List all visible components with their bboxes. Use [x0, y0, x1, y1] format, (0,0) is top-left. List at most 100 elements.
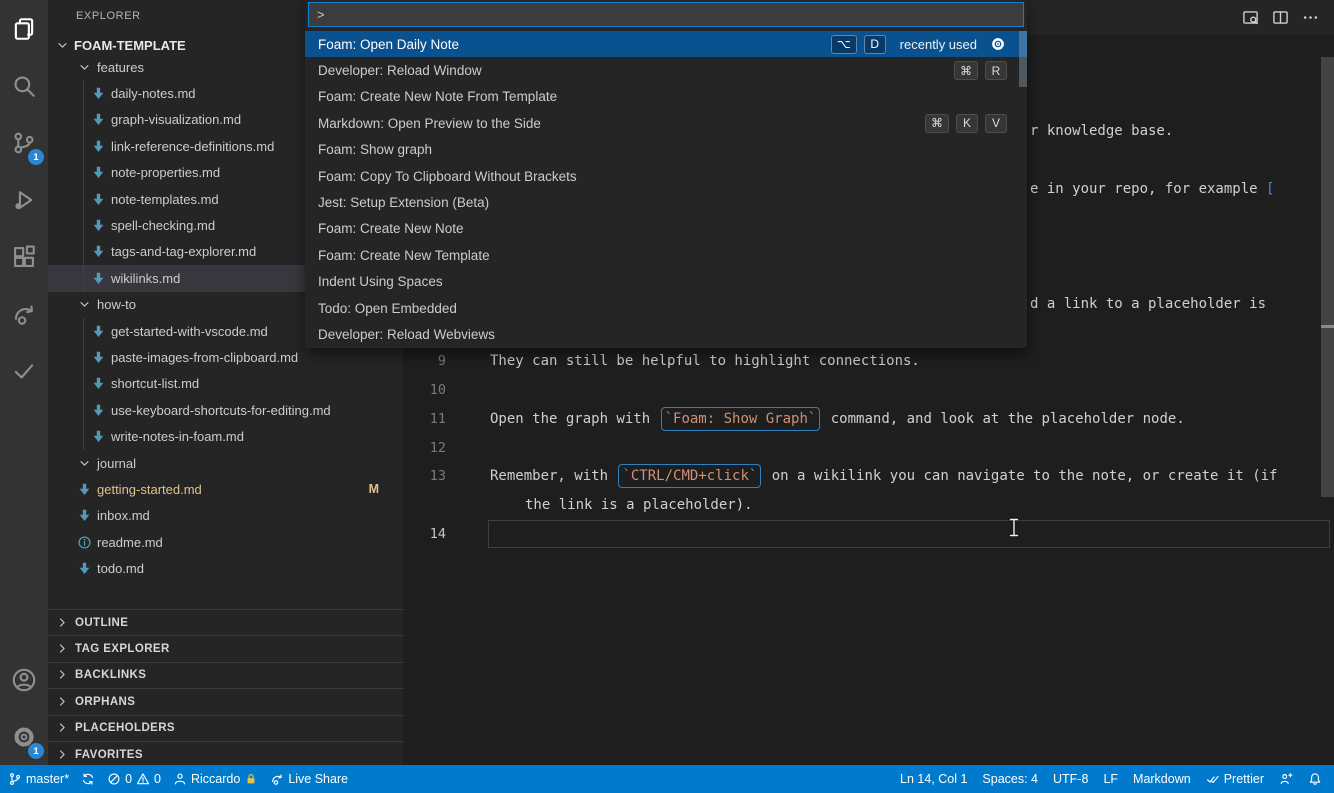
explorer-icon [11, 16, 37, 42]
activity-account-button[interactable] [0, 651, 48, 708]
command-item-jest-setup-extension-beta[interactable]: Jest: Setup Extension (Beta) [305, 189, 1027, 215]
command-item-foam-open-daily-note[interactable]: Foam: Open Daily Note ⌥ Drecently used [305, 31, 1027, 58]
command-item-foam-create-new-note[interactable]: Foam: Create New Note [305, 216, 1027, 242]
double-check-icon [1206, 772, 1220, 786]
status-git-branch[interactable]: master* [8, 772, 69, 786]
command-item-foam-create-new-note-from-template[interactable]: Foam: Create New Note From Template [305, 84, 1027, 110]
line-number: 12 [429, 439, 446, 456]
code-line[interactable]: 11 Open the graph with ` Foam: Show Graph `… [403, 404, 1334, 433]
command-item-developer-reload-webviews[interactable]: Developer: Reload Webviews [305, 321, 1027, 347]
command-item-developer-reload-window[interactable]: Developer: Reload Window ⌘ R [305, 57, 1027, 83]
indent-guide [83, 185, 84, 213]
tree-item-label: features [97, 59, 144, 75]
palette-scrollbar[interactable] [1019, 31, 1027, 87]
command-label: Foam: Copy To Clipboard Without Brackets [318, 168, 577, 184]
activity-settings-badge: 1 [28, 743, 44, 759]
split-editor-button[interactable] [1270, 8, 1290, 28]
status-live-share-user[interactable]: Riccardo [173, 772, 258, 786]
status-text: Spaces: 4 [982, 772, 1039, 786]
status-problems[interactable]: 00 [107, 772, 161, 786]
activity-search-button[interactable] [0, 57, 48, 114]
status-notifications[interactable] [1308, 772, 1322, 786]
markdown-file-icon [76, 561, 92, 577]
command-item-foam-show-graph[interactable]: Foam: Show graph [305, 137, 1027, 163]
code-line[interactable]: 12 [403, 433, 1334, 462]
activity-run-debug-button[interactable] [0, 171, 48, 228]
markdown-file-icon [90, 138, 106, 154]
indent-guide [83, 344, 84, 371]
code-fragment: r knowledge base. [1030, 116, 1173, 145]
tree-item-inbox-md[interactable]: inbox.md [48, 503, 403, 529]
code-line[interactable]: 14 [403, 519, 1334, 548]
activity-explorer-button[interactable] [0, 0, 48, 57]
code-text: command, and look at the placeholder nod… [822, 410, 1185, 427]
readme-info-icon [76, 534, 92, 550]
status-cursor-position[interactable]: Ln 14, Col 1 [900, 772, 967, 786]
tree-item-getting-started-md[interactable]: getting-started.md M [48, 476, 403, 502]
tree-item-label: note-properties.md [111, 165, 221, 181]
tree-item-label: readme.md [97, 534, 163, 550]
sidebar-section-orphans[interactable]: ORPHANS [48, 688, 403, 714]
indent-guide [83, 238, 84, 266]
command-item-foam-copy-to-clipboard-without-brackets[interactable]: Foam: Copy To Clipboard Without Brackets [305, 163, 1027, 189]
activity-source-control-button[interactable]: 1 [0, 114, 48, 171]
tree-item-paste-images-from-clipboard-md[interactable]: paste-images-from-clipboard.md [48, 344, 403, 371]
tree-item-label: tags-and-tag-explorer.md [111, 244, 257, 260]
status-feedback[interactable] [1279, 772, 1293, 786]
activity-bar: 1 1 [0, 0, 48, 765]
code-line[interactable]: the link is a placeholder). [403, 490, 1334, 519]
tree-item-journal[interactable]: journal [48, 450, 403, 476]
search-icon [11, 73, 37, 99]
sidebar-section-tag-explorer[interactable]: TAG EXPLORER [48, 635, 403, 661]
command-item-foam-create-new-template[interactable]: Foam: Create New Template [305, 242, 1027, 268]
overview-ruler-marker [1321, 325, 1334, 328]
command-label: Indent Using Spaces [318, 274, 443, 290]
person-icon [173, 772, 187, 786]
status-live-share[interactable]: Live Share [270, 772, 348, 786]
open-preview-button[interactable] [1240, 8, 1260, 28]
tree-item-label: getting-started.md [97, 481, 202, 497]
markdown-file-icon [90, 402, 106, 418]
status-prettier[interactable]: Prettier [1206, 772, 1264, 786]
tree-item-label: spell-checking.md [111, 218, 216, 234]
tree-item-write-notes-in-foam-md[interactable]: write-notes-in-foam.md [48, 423, 403, 450]
editor-scrollbar[interactable] [1321, 57, 1334, 497]
sidebar-section-outline[interactable]: OUTLINE [48, 609, 403, 635]
line-content [488, 519, 1330, 548]
more-actions-button[interactable] [1300, 8, 1320, 28]
tree-item-readme-md[interactable]: readme.md [48, 529, 403, 555]
split-editor-icon [1272, 9, 1289, 26]
backtick: ` [664, 410, 674, 427]
activity-live-share-button[interactable] [0, 285, 48, 342]
code-line[interactable]: 10 [403, 375, 1334, 404]
activity-settings-button[interactable]: 1 [0, 708, 48, 765]
tree-item-use-keyboard-shortcuts-for-editing-md[interactable]: use-keyboard-shortcuts-for-editing.md [48, 397, 403, 424]
code-text: Remember, with [490, 467, 617, 484]
activity-test-check-button[interactable] [0, 342, 48, 399]
sidebar-section-placeholders[interactable]: PLACEHOLDERS [48, 714, 403, 741]
tree-item-shortcut-list-md[interactable]: shortcut-list.md [48, 370, 403, 398]
status-sync[interactable] [81, 772, 95, 786]
command-palette-input[interactable] [308, 2, 1024, 27]
tree-item-todo-md[interactable]: todo.md [48, 555, 403, 581]
sidebar-section-favorites[interactable]: FAVORITES [48, 740, 403, 767]
code-line[interactable]: 9 They can still be helpful to highlight … [403, 346, 1334, 375]
activity-extensions-button[interactable] [0, 228, 48, 285]
code-line[interactable]: 13 Remember, with ` CTRL/CMD+click ` on a w… [403, 461, 1334, 490]
indent-guide [83, 265, 84, 292]
command-item-indent-using-spaces[interactable]: Indent Using Spaces [305, 269, 1027, 295]
status-encoding[interactable]: UTF-8 [1053, 772, 1088, 786]
line-number: 14 [429, 525, 446, 542]
tree-item-label: wikilinks.md [111, 270, 181, 286]
status-language-mode[interactable]: Markdown [1133, 772, 1191, 786]
status-eol[interactable]: LF [1103, 772, 1118, 786]
indent-guide [83, 423, 84, 450]
command-label: Markdown: Open Preview to the Side [318, 115, 541, 131]
section-label: FAVORITES [75, 748, 143, 761]
configure-keybinding-button[interactable] [989, 35, 1007, 53]
status-indentation[interactable]: Spaces: 4 [982, 772, 1038, 786]
command-item-todo-open-embedded[interactable]: Todo: Open Embedded [305, 295, 1027, 321]
command-item-markdown-open-preview-to-the-side[interactable]: Markdown: Open Preview to the Side ⌘ K V [305, 110, 1027, 136]
sidebar-section-backlinks[interactable]: BACKLINKS [48, 661, 403, 688]
tree-item-label: how-to [97, 297, 137, 313]
